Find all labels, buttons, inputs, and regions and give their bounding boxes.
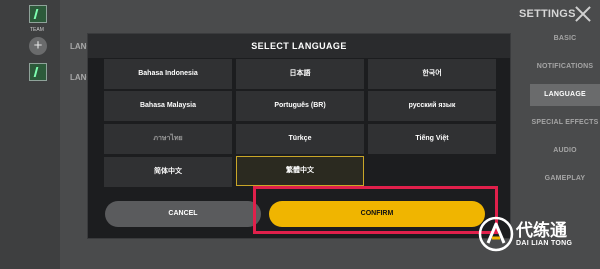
language-option-bahasa-malaysia[interactable]: Bahasa Malaysia (104, 91, 232, 121)
language-option-japanese[interactable]: 日本語 (236, 59, 364, 89)
language-option-korean[interactable]: 한국어 (368, 59, 496, 89)
teammate-avatar-icon[interactable] (29, 63, 47, 81)
sidebar-item-special-effects[interactable]: SPECIAL EFFECTS (530, 112, 600, 134)
dai-lian-tong-logo-icon (478, 216, 514, 252)
sidebar-item-language[interactable]: LANGUAGE (530, 84, 600, 106)
sidebar-item-basic[interactable]: BASIC (530, 28, 600, 50)
watermark-text: 代练通 (516, 221, 567, 241)
confirm-highlight-frame (253, 186, 498, 234)
language-option-thai[interactable]: ภาษาไทย (104, 124, 232, 154)
dialog-header: SELECT LANGUAGE (88, 34, 510, 58)
watermark: 代练通 DAI LIAN TONG (478, 214, 596, 264)
watermark-subtext: DAI LIAN TONG (516, 240, 573, 247)
language-option-turkish[interactable]: Türkçe (236, 124, 364, 154)
team-label: TEAM (30, 27, 44, 33)
sidebar-item-gameplay[interactable]: GAMEPLAY (530, 168, 600, 190)
dialog-title: SELECT LANGUAGE (251, 41, 347, 51)
sidebar-item-audio[interactable]: AUDIO (530, 140, 600, 162)
language-option-russian[interactable]: русский язык (368, 91, 496, 121)
language-option-portuguese-br[interactable]: Português (BR) (236, 91, 364, 121)
sidebar-item-notifications[interactable]: NOTIFICATIONS (530, 56, 600, 78)
add-teammate-button[interactable]: + (29, 37, 47, 55)
cancel-button[interactable]: CANCEL (105, 201, 261, 227)
language-option-simplified-chinese[interactable]: 简体中文 (104, 157, 232, 187)
language-option-traditional-chinese[interactable]: 繁體中文 (236, 156, 364, 186)
player-avatar-icon[interactable] (29, 5, 47, 23)
settings-title: SETTINGS (519, 8, 576, 20)
language-option-vietnamese[interactable]: Tiếng Việt (368, 124, 496, 154)
close-icon[interactable] (573, 4, 593, 24)
language-option-bahasa-indonesia[interactable]: Bahasa Indonesia (104, 59, 232, 89)
